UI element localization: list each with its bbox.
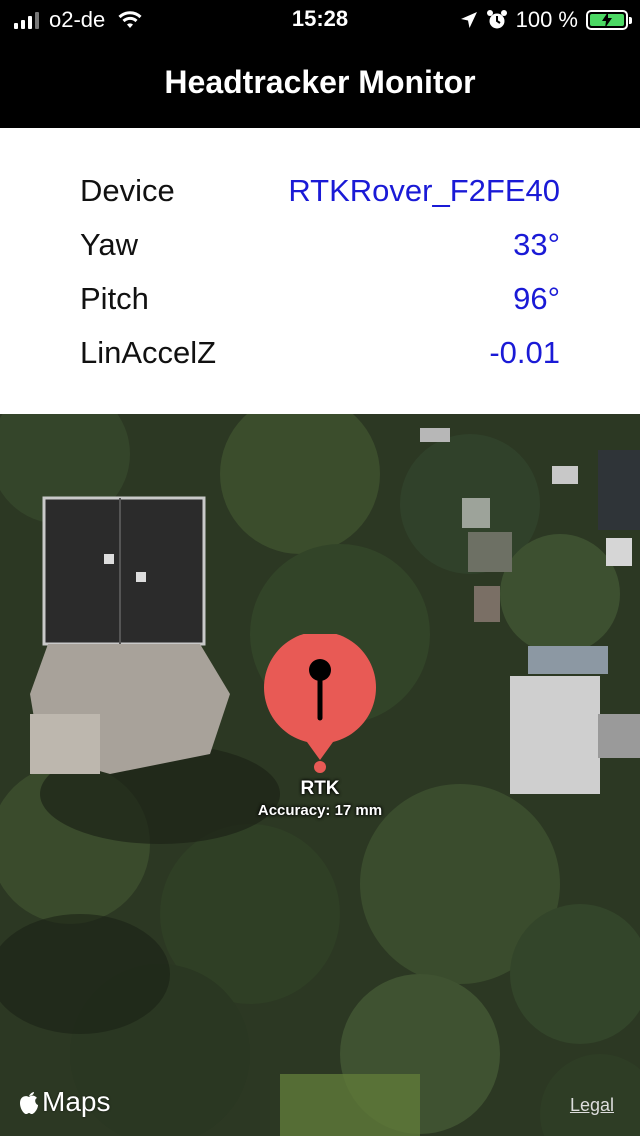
info-row-device: Device RTKRover_F2FE40 [80, 166, 560, 216]
info-label: Yaw [80, 227, 139, 262]
info-row-yaw: Yaw 33° [80, 220, 560, 270]
satellite-imagery [0, 414, 640, 1136]
info-value: 96° [513, 281, 560, 316]
info-value: 33° [513, 227, 560, 262]
info-value: -0.01 [489, 335, 560, 370]
pin-label: RTK Accuracy: 17 mm [220, 778, 420, 819]
apple-logo-icon [20, 1092, 38, 1114]
satellite-map[interactable]: RTK Accuracy: 17 mm Maps Legal [0, 414, 640, 1136]
info-label: LinAccelZ [80, 335, 217, 370]
info-value: RTKRover_F2FE40 [288, 173, 560, 208]
info-row-pitch: Pitch 96° [80, 274, 560, 324]
battery-percent: 100 % [515, 7, 578, 32]
location-arrow-icon [460, 12, 477, 28]
navigation-bar: Headtracker Monitor [0, 40, 640, 128]
info-label: Pitch [80, 281, 149, 316]
info-panel: Device RTKRover_F2FE40 Yaw 33° Pitch 96°… [0, 128, 640, 414]
legal-link[interactable]: Legal [570, 1095, 614, 1116]
pin-title: RTK [300, 778, 340, 799]
pin-accuracy: Accuracy: 17 mm [257, 802, 383, 819]
alarm-icon [486, 10, 507, 29]
status-bar: o2-de 15:28 100 % [0, 0, 640, 40]
location-pin-icon[interactable] [263, 634, 377, 774]
info-label: Device [80, 173, 175, 208]
maps-logo: Maps [18, 1086, 110, 1118]
maps-logo-text: Maps [42, 1086, 111, 1117]
page-title: Headtracker Monitor [164, 64, 476, 100]
info-row-linaccelz: LinAccelZ -0.01 [80, 328, 560, 378]
battery-charging-icon [586, 10, 632, 30]
